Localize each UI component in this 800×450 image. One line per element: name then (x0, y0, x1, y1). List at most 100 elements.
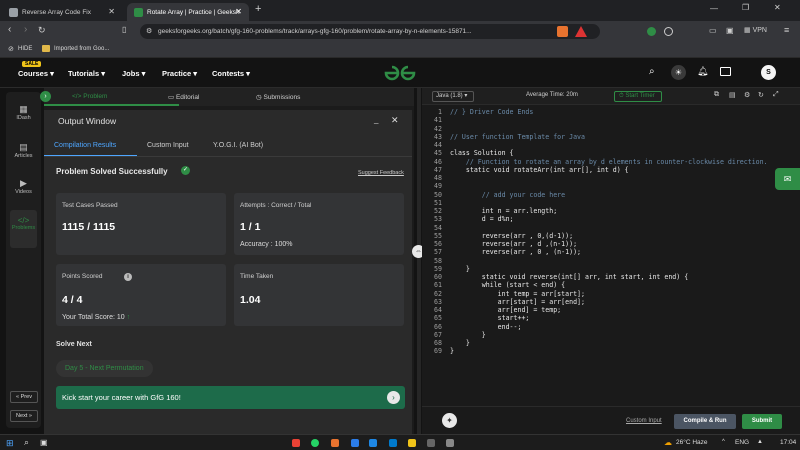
fullscreen-icon[interactable]: ⤢ (773, 91, 779, 99)
rail-articles[interactable]: ▤ Articles (6, 142, 41, 159)
output-window: Output Window _ ✕ Compilation Results Cu… (44, 110, 412, 434)
forward-icon[interactable]: › (24, 24, 27, 35)
browser-tab-reverse-array[interactable]: Reverse Array Code Fix ✕ (2, 3, 122, 21)
search-icon[interactable]: ⌕ (649, 66, 655, 77)
submit-button[interactable]: Submit (742, 414, 782, 429)
vscode-icon[interactable] (389, 439, 397, 447)
rail-idash[interactable]: ▦ IDash (6, 104, 41, 121)
next-problem-chip[interactable]: Day 5 - Next Permutation (56, 360, 153, 377)
nav-tutorials[interactable]: Tutorials ▾ (68, 69, 105, 78)
wifi-icon[interactable]: ▲ (757, 439, 763, 445)
new-tab-icon[interactable]: + (255, 3, 261, 15)
line-number: 1 (438, 108, 442, 116)
language-select[interactable]: Java (1.8) ▾ (432, 91, 474, 102)
tab-editorial[interactable]: ▭ Editorial (168, 93, 199, 101)
app-icon[interactable] (446, 439, 454, 447)
menu-icon[interactable]: ≡ (784, 25, 789, 35)
brave-rewards-icon[interactable] (575, 26, 587, 37)
site-info-icon[interactable]: ⚙ (146, 24, 152, 39)
code-area[interactable]: 1 // } Driver Code Ends 41 42 43 // User func… (422, 106, 800, 406)
tray-arrow-icon[interactable]: ^ (722, 439, 725, 445)
minimize-icon[interactable]: — (710, 4, 718, 13)
brave-icon[interactable] (331, 439, 339, 447)
vpn-button[interactable]: ▦ VPN (744, 26, 767, 34)
gfg-logo-icon[interactable] (383, 64, 417, 82)
extension-icon[interactable] (664, 27, 673, 36)
url-field[interactable]: ⚙ geeksforgeeks.org/batch/gfg-160-proble… (140, 24, 600, 39)
window-close-icon[interactable]: ✕ (774, 3, 781, 12)
expand-icon[interactable]: › (40, 91, 51, 102)
clock[interactable]: 17:04 (780, 439, 796, 446)
settings-app-icon[interactable] (351, 439, 359, 447)
line-number: 45 (434, 149, 442, 158)
minimize-icon[interactable]: _ (374, 115, 378, 124)
dashboard-icon[interactable] (720, 67, 731, 76)
theme-toggle-icon[interactable]: ☀ (671, 65, 686, 80)
code-line: arr[end] = temp; (450, 306, 562, 314)
language-indicator[interactable]: ENG (735, 439, 749, 446)
search-icon[interactable]: ⌕ (24, 437, 29, 448)
chrome-icon[interactable] (292, 439, 300, 447)
line-number: 44 (434, 141, 442, 149)
brave-shield-icon[interactable] (557, 26, 568, 37)
code-line: int n = arr.length; (450, 207, 558, 215)
close-icon[interactable]: ✕ (108, 7, 115, 16)
bell-icon[interactable]: 🔔︎ (697, 66, 708, 77)
next-button[interactable]: Next » (10, 410, 38, 422)
browser-tab-rotate-array[interactable]: Rotate Array | Practice | Geeksh ✕ (127, 3, 249, 21)
avatar[interactable]: S (761, 65, 776, 80)
panel-resizer[interactable]: ⇔ (412, 88, 425, 434)
rail-problems[interactable]: </> Problems (10, 210, 37, 248)
reset-icon[interactable]: ↻ (758, 91, 764, 99)
url-text: geeksforgeeks.org/batch/gfg-160-problems… (158, 28, 472, 35)
windows-start-icon[interactable]: ⊞ (6, 438, 14, 449)
extension-icon[interactable] (647, 27, 656, 36)
nav-contests[interactable]: Contests ▾ (212, 69, 250, 78)
copy-icon[interactable]: ⧉ (714, 91, 719, 99)
nav-practice[interactable]: Practice ▾ (162, 69, 197, 78)
code-line: // add your code here (450, 190, 566, 199)
reload-icon[interactable]: ↻ (38, 25, 46, 36)
sidebar-icon[interactable]: ▭ (709, 26, 717, 35)
settings-icon[interactable]: ⚙ (744, 91, 750, 99)
bookmark-imported[interactable]: Imported from Goo... (54, 46, 109, 52)
suggest-feedback-link[interactable]: Suggest Feedback (358, 170, 404, 176)
nav-jobs[interactable]: Jobs ▾ (122, 69, 145, 78)
nav-courses[interactable]: Courses ▾ (18, 69, 54, 78)
compile-run-button[interactable]: Compile & Run (674, 414, 736, 429)
bookmark-icon[interactable]: ▯ (122, 25, 126, 34)
gfg160-banner[interactable]: Kick start your career with GfG 160! › (56, 386, 405, 409)
file-explorer-icon[interactable] (408, 439, 416, 447)
start-timer-button[interactable]: ⏱ Start Timer (614, 91, 662, 102)
tab-compilation-results[interactable]: Compilation Results (54, 142, 116, 149)
tab-problem[interactable]: </> Problem (72, 93, 107, 100)
tab-custom-input[interactable]: Custom Input (147, 142, 189, 149)
wallet-icon[interactable]: ▣ (726, 26, 734, 35)
whatsapp-icon[interactable] (311, 439, 319, 447)
bulb-icon[interactable]: ✦ (442, 413, 457, 428)
close-icon[interactable]: ✕ (235, 7, 242, 16)
attempts-label: Attempts : Correct / Total (240, 202, 312, 209)
line-number: 52 (434, 207, 442, 215)
task-view-icon[interactable]: ▣ (40, 438, 48, 447)
code-line: int temp = arr[start]; (450, 289, 585, 298)
app-icon[interactable] (369, 439, 377, 447)
line-number: 41 (434, 116, 442, 125)
points-value: 4 / 4 (62, 294, 83, 306)
paste-icon[interactable]: ▤ (729, 91, 736, 99)
code-line: // } Driver Code Ends (450, 108, 534, 116)
restore-icon[interactable]: ❐ (742, 3, 749, 12)
rail-videos[interactable]: ▶ Videos (6, 178, 41, 195)
tab-yogi-bot[interactable]: Y.O.G.I. (AI Bot) (213, 142, 263, 149)
tab-submissions[interactable]: ◷ Submissions (256, 93, 300, 101)
line-number: 51 (434, 198, 442, 207)
close-icon[interactable]: ✕ (391, 115, 399, 126)
info-icon[interactable]: i (124, 273, 132, 281)
chat-icon[interactable]: ✉ (775, 168, 800, 190)
weather-text[interactable]: 26°C Haze (676, 439, 708, 446)
prev-button[interactable]: « Prev (10, 391, 38, 403)
app-icon[interactable] (427, 439, 435, 447)
custom-input-link[interactable]: Custom Input (626, 418, 662, 424)
bookmark-hide[interactable]: HIDE (18, 46, 32, 52)
back-icon[interactable]: ‹ (8, 24, 11, 35)
